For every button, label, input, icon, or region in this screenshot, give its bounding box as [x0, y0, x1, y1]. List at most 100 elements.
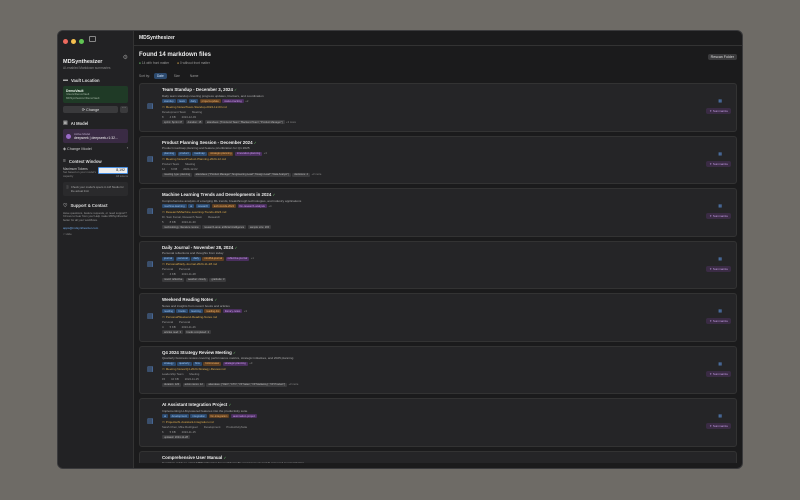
tag[interactable]: standup: [162, 99, 176, 103]
file-card[interactable]: ▤ Product Planning Session - December 202…: [139, 135, 737, 184]
stat-item: 10 KB: [171, 377, 179, 381]
folder-icon: ▭: [162, 367, 165, 371]
file-path[interactable]: ▭ Personal/Daily-Journal-2024-11-28.md: [162, 262, 732, 266]
tag[interactable]: bold-review: [203, 361, 222, 366]
sort-option-date[interactable]: Date: [153, 73, 167, 79]
tag[interactable]: automation-project: [230, 414, 258, 418]
hide-support-link[interactable]: < Hide: [63, 232, 128, 236]
prop-chip: attendees: ["Product Manager","Engineeri…: [193, 172, 291, 177]
tag[interactable]: roadmap: [192, 151, 207, 156]
prop-chip: weather: cloudy: [185, 277, 208, 282]
file-path[interactable]: ▭ Projects/AI-Assistant-Integration.md: [162, 420, 732, 424]
summarize-button[interactable]: ✦ Summarize: [706, 370, 731, 377]
tag[interactable]: reflective-journal: [225, 256, 250, 261]
tag[interactable]: daily: [188, 99, 199, 103]
prop-chip: books completed: 2: [184, 330, 212, 334]
summarize-button[interactable]: ✦ Summarize: [706, 108, 731, 114]
tag[interactable]: strategic-planning: [222, 361, 248, 366]
tag[interactable]: reading: [162, 309, 175, 313]
file-path-text: Personal/Weekend-Reading-Notes.md: [165, 314, 217, 319]
sidebar-toggle-icon[interactable]: [89, 36, 96, 42]
open-file-icon[interactable]: ▦: [718, 308, 722, 313]
file-card[interactable]: ▤ Machine Learning Trends and Development…: [139, 188, 737, 237]
tag[interactable]: integration: [190, 414, 208, 418]
support-heading-label: Support & Contact: [70, 203, 108, 209]
tag[interactable]: strategic-planning: [208, 151, 234, 156]
summarize-button[interactable]: ✦ Summarize: [706, 318, 731, 324]
tag[interactable]: literary-notes: [222, 309, 243, 313]
tag[interactable]: journal: [162, 256, 175, 261]
tag[interactable]: tech-trends-2024: [211, 204, 237, 208]
tag[interactable]: research: [195, 204, 211, 208]
max-tokens-input[interactable]: 8,192: [98, 167, 128, 175]
stat-item: 2024-11-26: [181, 324, 196, 329]
summarize-button[interactable]: ✦ Summarize: [706, 423, 731, 429]
change-vault-button[interactable]: ⟳ Change: [63, 106, 118, 114]
tag[interactable]: status-tracking: [222, 99, 244, 103]
file-card[interactable]: ▤Comprehensive User Manual ✓Complete gui…: [139, 450, 737, 463]
zoom-window-button[interactable]: [79, 38, 84, 44]
vault-path-line2: MDSynthesizer/DemoVault: [66, 95, 100, 100]
summarize-button[interactable]: ✦ Summarize: [706, 265, 731, 272]
tag[interactable]: quarterly: [177, 361, 192, 366]
summarize-button[interactable]: ✦ Summarize: [706, 160, 731, 167]
tag[interactable]: reading-list: [204, 309, 222, 313]
file-card[interactable]: ▤ Team Standup - December 3, 2024 ✓ Daily …: [139, 83, 737, 132]
more-tags: +3: [243, 309, 247, 313]
settings-gear-icon[interactable]: ⚙: [123, 54, 128, 61]
open-file-icon[interactable]: ▦: [718, 98, 722, 103]
tag[interactable]: flow: [193, 361, 202, 366]
tag-list: journal personal daily mindful-journal refle…: [162, 256, 732, 261]
rescan-folder-button[interactable]: Rescan Folder: [707, 54, 737, 60]
sort-option-name[interactable]: Name: [187, 73, 202, 79]
file-path[interactable]: ▭ Meeting Notes/Team-Standup-2024-12-03.…: [162, 105, 732, 109]
tag[interactable]: ai: [162, 414, 169, 418]
close-window-button[interactable]: [63, 38, 68, 44]
file-card[interactable]: ▤ AI Assistant Integration Project ✓ Imple…: [139, 398, 737, 447]
file-path[interactable]: ▭ Meeting Notes/Product-Planning-2024-12…: [162, 157, 732, 161]
tag[interactable]: personal: [175, 256, 190, 261]
open-file-icon[interactable]: ▦: [718, 203, 722, 208]
folder-icon: ▭: [162, 314, 165, 319]
meta-item: Sarah Chen, Mike Rodriguez: [162, 424, 198, 429]
file-path[interactable]: ▭ Personal/Weekend-Reading-Notes.md: [162, 315, 732, 319]
tag[interactable]: daily: [191, 256, 201, 261]
tag[interactable]: llm-integration: [208, 414, 230, 418]
open-file-icon[interactable]: ▦: [718, 361, 722, 366]
file-card[interactable]: ▤ Q4 2024 Strategy Review Meeting ✓ Quarte…: [139, 345, 737, 394]
chevron-right-icon: ›: [126, 146, 128, 151]
tag[interactable]: team: [177, 99, 188, 103]
tag[interactable]: machine-learning: [162, 204, 187, 208]
sort-bar: Sort by: Date Size Name: [139, 73, 737, 79]
open-folder-button[interactable]: ⋯: [120, 106, 128, 114]
tag[interactable]: strategy: [162, 361, 176, 366]
open-file-icon[interactable]: ▦: [718, 413, 722, 418]
tag[interactable]: books: [176, 309, 188, 313]
file-card[interactable]: ▤ Weekend Reading Notes ✓ Notes and insigh…: [139, 293, 737, 342]
sort-option-size[interactable]: Size: [171, 73, 183, 79]
tag[interactable]: ai: [188, 204, 195, 208]
tag[interactable]: llm-research-analysis: [237, 204, 267, 208]
file-path[interactable]: ▭ Research/Machine-Learning-Trends-2024.…: [162, 210, 732, 214]
file-path[interactable]: ▭ Meeting Notes/Q4-2024-Strategy-Review.…: [162, 367, 732, 371]
active-model-value: deepseek | deepseek-r1:32...: [74, 136, 118, 141]
file-title: Weekend Reading Notes ✓: [162, 297, 732, 302]
tag[interactable]: project-update: [199, 99, 221, 103]
more-props: +3 more: [288, 383, 299, 386]
tag[interactable]: development: [169, 414, 189, 418]
tag[interactable]: planning: [162, 151, 177, 156]
open-file-icon[interactable]: ▦: [718, 151, 722, 156]
tag[interactable]: mindful-journal: [202, 256, 225, 261]
meta-item: Personal: [179, 267, 191, 271]
tag[interactable]: innovation-planning: [234, 151, 263, 156]
tag[interactable]: learning: [189, 309, 203, 313]
open-file-icon[interactable]: ▦: [718, 256, 722, 261]
minimize-window-button[interactable]: [71, 38, 76, 44]
change-model-button[interactable]: ◈ Change Model ›: [63, 146, 128, 151]
tag[interactable]: product: [177, 151, 191, 156]
summarize-button[interactable]: ✦ Summarize: [706, 213, 731, 219]
file-card[interactable]: ▤ Daily Journal - November 28, 2024 ✓ Pers…: [139, 240, 737, 289]
front-matter-props: mood: reflective weather: cloudy gratitude…: [162, 277, 732, 282]
file-description: Implementing LLM-powered features into t…: [162, 408, 248, 413]
support-email-link[interactable]: apps@mdsynthesizer.com: [63, 226, 128, 230]
